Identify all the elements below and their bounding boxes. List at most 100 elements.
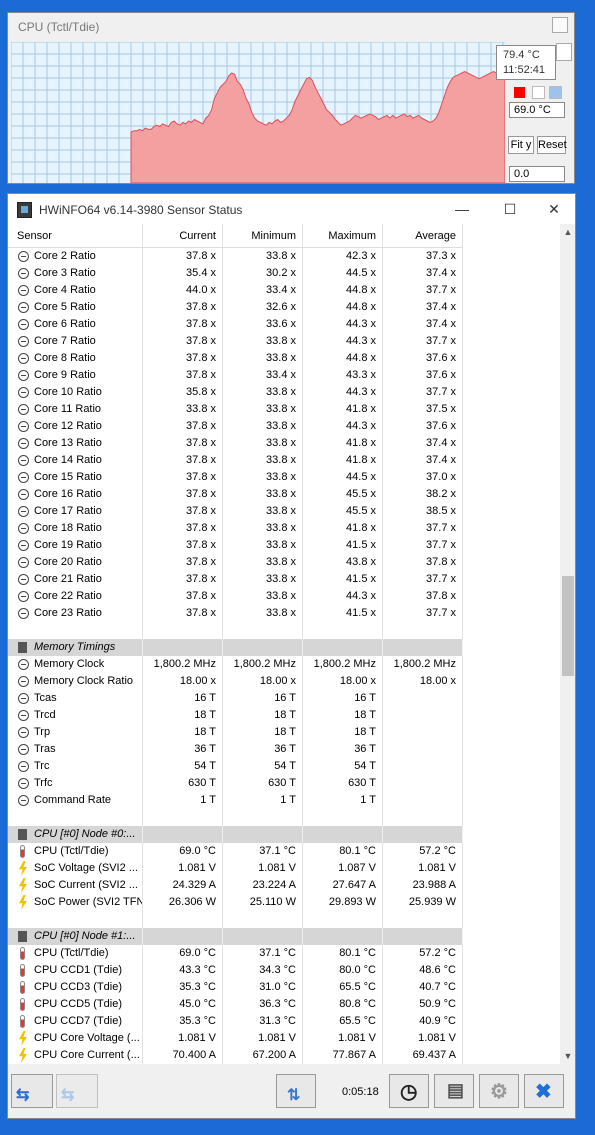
table-row[interactable]: Core 8 Ratio 37.8 x 33.8 x 44.8 x 37.6 x [8, 350, 463, 367]
table-row[interactable]: Core 12 Ratio 37.8 x 33.8 x 44.3 x 37.6 x [8, 418, 463, 435]
maximum-value: 1 T [303, 792, 383, 809]
table-row[interactable]: CPU (Tctl/Tdie) 69.0 °C 37.1 °C 80.1 °C 57.2… [8, 945, 463, 962]
minimum-value: 37.1 °C [223, 945, 303, 962]
table-row[interactable]: CPU CCD7 (Tdie) 35.3 °C 31.3 °C 65.5 °C 40.9… [8, 1013, 463, 1030]
background-color-swatch[interactable] [532, 86, 545, 99]
table-row[interactable]: Core 2 Ratio 37.8 x 33.8 x 42.3 x 37.3 x [8, 248, 463, 265]
table-row[interactable]: Trfc 630 T 630 T 630 T [8, 775, 463, 792]
table-row[interactable]: Memory Clock 1,800.2 MHz 1,800.2 MHz 1,800.… [8, 656, 463, 673]
table-row[interactable]: Core 7 Ratio 37.8 x 33.8 x 44.3 x 37.7 x [8, 333, 463, 350]
current-value: 18 T [143, 707, 223, 724]
network-button[interactable]: ⇅ [276, 1074, 316, 1108]
clock-icon [18, 455, 29, 466]
table-row[interactable]: Core 15 Ratio 37.8 x 33.8 x 44.5 x 37.0 x [8, 469, 463, 486]
table-row[interactable]: SoC Power (SVI2 TFN) 26.306 W 25.110 W 29.8… [8, 894, 463, 911]
stopwatch-button[interactable]: ◷ [389, 1074, 429, 1108]
table-row[interactable]: Core 9 Ratio 37.8 x 33.4 x 43.3 x 37.6 x [8, 367, 463, 384]
table-row[interactable]: Memory Clock Ratio 18.00 x 18.00 x 18.00 x1… [8, 673, 463, 690]
vertical-scrollbar[interactable]: ▲ ▼ [560, 224, 575, 1064]
table-row[interactable]: Trp 18 T 18 T 18 T [8, 724, 463, 741]
table-row[interactable]: Core 16 Ratio 37.8 x 33.8 x 45.5 x 38.2 x [8, 486, 463, 503]
graph-min-value[interactable]: 0.0 [509, 166, 565, 182]
maximum-value: 41.5 x [303, 571, 383, 588]
minimum-value: 33.8 x [223, 588, 303, 605]
table-row[interactable]: Core 14 Ratio 37.8 x 33.8 x 41.8 x 37.4 x [8, 452, 463, 469]
table-row[interactable]: Core 5 Ratio 37.8 x 32.6 x 44.8 x 37.4 x [8, 299, 463, 316]
table-row[interactable]: Core 21 Ratio 37.8 x 33.8 x 41.5 x 37.7 x [8, 571, 463, 588]
scroll-up-icon[interactable]: ▲ [560, 224, 575, 240]
table-row[interactable]: Core 6 Ratio 37.8 x 33.6 x 44.3 x 37.4 x [8, 316, 463, 333]
current-value: 37.8 x [143, 435, 223, 452]
group-header-row[interactable]: Memory Timings [8, 639, 463, 656]
maximize-button[interactable]: ☐ [496, 199, 524, 219]
table-row[interactable]: SoC Current (SVI2 ... 24.329 A 23.224 A 27.… [8, 877, 463, 894]
chip-icon [18, 642, 27, 653]
table-row[interactable]: Core 3 Ratio 35.4 x 30.2 x 44.5 x 37.4 x [8, 265, 463, 282]
current-value: 37.8 x [143, 316, 223, 333]
minimum-value: 1 T [223, 792, 303, 809]
header-sensor[interactable]: Sensor [8, 224, 143, 248]
minimize-button[interactable]: — [448, 199, 476, 219]
group-header-row[interactable]: CPU [#0] Node #1:... [8, 928, 463, 945]
table-row[interactable]: Core 10 Ratio 35.8 x 33.8 x 44.3 x 37.7 x [8, 384, 463, 401]
table-row[interactable]: CPU Core Current (... 70.400 A 67.200 A 77.… [8, 1047, 463, 1064]
sensor-name [8, 622, 143, 639]
close-button[interactable]: ✕ [540, 199, 568, 219]
table-row[interactable]: CPU CCD3 (Tdie) 35.3 °C 31.0 °C 65.5 °C 40.7… [8, 979, 463, 996]
header-current[interactable]: Current [143, 224, 223, 248]
navigate-button[interactable]: ⇆ [11, 1074, 53, 1108]
arrows-disabled-icon: ⇆ [61, 1087, 75, 1104]
table-row[interactable]: CPU (Tctl/Tdie) 69.0 °C 37.1 °C 80.1 °C 57.2… [8, 843, 463, 860]
close-x-icon: ✖ [535, 1081, 552, 1103]
settings-button[interactable]: ⚙ [479, 1074, 519, 1108]
report-button[interactable]: ▤ [434, 1074, 474, 1108]
line-color-swatch[interactable] [514, 87, 525, 98]
table-row[interactable]: CPU CCD5 (Tdie) 45.0 °C 36.3 °C 80.8 °C 50.9… [8, 996, 463, 1013]
grid-color-swatch[interactable] [549, 86, 562, 99]
table-row[interactable]: Command Rate 1 T1 T1 T [8, 792, 463, 809]
report-icon: ▤ [447, 1080, 465, 1100]
table-row[interactable]: Core 20 Ratio 37.8 x 33.8 x 43.8 x 37.8 x [8, 554, 463, 571]
navigate-disabled-button[interactable]: ⇆ [56, 1074, 98, 1108]
table-row[interactable]: Tras 36 T 36 T 36 T [8, 741, 463, 758]
current-value: 44.0 x [143, 282, 223, 299]
header-maximum[interactable]: Maximum [303, 224, 383, 248]
table-row[interactable]: Core 11 Ratio 33.8 x 33.8 x 41.8 x 37.5 x [8, 401, 463, 418]
table-row[interactable]: Core 23 Ratio 37.8 x 33.8 x 41.5 x 37.7 x [8, 605, 463, 622]
graph-title: CPU (Tctl/Tdie) [18, 20, 100, 34]
table-row[interactable]: Core 18 Ratio 37.8 x 33.8 x 41.8 x 37.7 x [8, 520, 463, 537]
group-header-row[interactable]: CPU [#0] Node #0:... [8, 826, 463, 843]
tooltip-value: 79.4 °C [503, 49, 540, 61]
table-row[interactable]: Core 22 Ratio 37.8 x 33.8 x 44.3 x 37.8 x [8, 588, 463, 605]
table-row[interactable]: Core 13 Ratio 37.8 x 33.8 x 41.8 x 37.4 x [8, 435, 463, 452]
table-row[interactable]: SoC Voltage (SVI2 ... 1.081 V 1.081 V 1.087… [8, 860, 463, 877]
maximum-value: 80.8 °C [303, 996, 383, 1013]
maximum-value: 43.3 x [303, 367, 383, 384]
scrollbar-thumb[interactable] [562, 576, 574, 676]
table-row[interactable]: CPU Core Voltage (... 1.081 V 1.081 V 1.081… [8, 1030, 463, 1047]
table-row[interactable]: CPU CCD1 (Tdie) 43.3 °C 34.3 °C 80.0 °C 48.6… [8, 962, 463, 979]
graph-option-box[interactable] [556, 43, 572, 61]
maximum-value: 41.8 x [303, 435, 383, 452]
current-value: 35.3 °C [143, 979, 223, 996]
title-bar[interactable]: HWiNFO64 v6.14-3980 Sensor Status — ☐ ✕ [8, 194, 575, 224]
table-row[interactable]: Core 19 Ratio 37.8 x 33.8 x 41.5 x 37.7 x [8, 537, 463, 554]
reset-button[interactable]: Reset [537, 136, 567, 154]
maximum-value: 41.8 x [303, 401, 383, 418]
header-average[interactable]: Average [383, 224, 463, 248]
table-row[interactable]: Core 17 Ratio 37.8 x 33.8 x 45.5 x 38.5 x [8, 503, 463, 520]
hwinfo-app-icon [17, 202, 32, 218]
minimum-value: 25.110 W [223, 894, 303, 911]
fit-y-button[interactable]: Fit y [508, 136, 534, 154]
scroll-down-icon[interactable]: ▼ [560, 1048, 575, 1064]
exit-button[interactable]: ✖ [524, 1074, 564, 1108]
maximum-value: 27.647 A [303, 877, 383, 894]
table-row[interactable]: Core 4 Ratio 44.0 x 33.4 x 44.8 x 37.7 x [8, 282, 463, 299]
minimum-value: 33.8 x [223, 401, 303, 418]
table-row[interactable]: Tcas 16 T 16 T 16 T [8, 690, 463, 707]
table-row[interactable]: Trc 54 T 54 T 54 T [8, 758, 463, 775]
header-minimum[interactable]: Minimum [223, 224, 303, 248]
table-row[interactable]: Trcd 18 T 18 T 18 T [8, 707, 463, 724]
graph-close-button[interactable] [552, 17, 568, 33]
maximum-value: 44.3 x [303, 588, 383, 605]
